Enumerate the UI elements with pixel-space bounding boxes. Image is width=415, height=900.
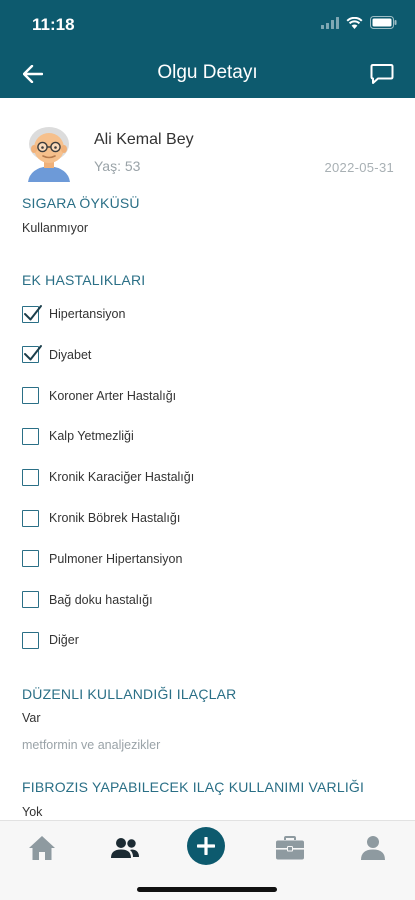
medications-title: DÜZENLI KULLANDIĞI ILAÇLAR	[22, 686, 237, 702]
checkbox[interactable]	[22, 468, 39, 486]
medications-detail: metformin ve analjezikler	[22, 738, 161, 752]
comorbidity-label: Diyabet	[49, 347, 92, 362]
status-time: 11:18	[32, 15, 75, 34]
comorbidity-label: Kronik Karaciğer Hastalığı	[49, 470, 195, 485]
wifi-icon	[346, 16, 363, 29]
home-indicator	[137, 887, 277, 892]
patient-profile: Ali Kemal Bey Yaş: 53 2022-05-31	[22, 124, 394, 184]
case-date: 2022-05-31	[324, 160, 394, 175]
status-bar: 11:18	[0, 0, 415, 48]
page-title: Olgu Detayı	[157, 62, 258, 83]
comorbidity-item[interactable]: Diğer	[22, 628, 322, 652]
comorbidity-item[interactable]: Bağ doku hastalığı	[22, 588, 322, 612]
add-case-button[interactable]	[187, 827, 225, 865]
tab-home[interactable]	[24, 833, 60, 863]
fibrosis-drug-title: FIBROZIS YAPABILECEK ILAÇ KULLANIMI VARL…	[22, 779, 365, 795]
plus-icon	[197, 837, 215, 855]
patient-age: Yaş: 53	[94, 158, 141, 174]
signal-icon	[321, 16, 339, 29]
comorbidity-label: Koroner Arter Hastalığı	[49, 388, 177, 403]
comorbidity-item[interactable]: Pulmoner Hipertansiyon	[22, 547, 322, 571]
comorbidity-item[interactable]: Kalp Yetmezliği	[22, 424, 322, 448]
medications-value: Var	[22, 711, 41, 725]
home-icon	[29, 836, 55, 860]
people-icon	[111, 838, 139, 858]
comorbidity-label: Kronik Böbrek Hastalığı	[49, 511, 181, 525]
checkbox[interactable]	[22, 427, 39, 445]
checkbox[interactable]	[22, 591, 39, 609]
checkbox[interactable]	[22, 550, 39, 568]
tab-bar	[0, 820, 415, 900]
tab-profile[interactable]	[355, 833, 391, 863]
case-detail-content[interactable]: Ali Kemal Bey Yaş: 53 2022-05-31 SIGARA …	[0, 98, 415, 820]
smoking-history-value: Kullanmıyor	[22, 221, 88, 235]
comorbidity-label: Bağ doku hastalığı	[49, 592, 153, 607]
comorbidity-label: Hipertansiyon	[49, 307, 126, 321]
person-icon	[361, 836, 385, 860]
comorbidity-label: Pulmoner Hipertansiyon	[49, 551, 183, 566]
comorbidity-item[interactable]: Kronik Böbrek Hastalığı	[22, 506, 322, 530]
comorbidity-item[interactable]: Koroner Arter Hastalığı	[22, 384, 322, 408]
comorbidity-item[interactable]: Hipertansiyon	[22, 302, 322, 326]
patient-name: Ali Kemal Bey	[94, 131, 194, 148]
briefcase-icon	[276, 836, 304, 860]
avatar	[28, 127, 70, 182]
status-icons	[321, 16, 397, 29]
checkbox[interactable]	[22, 631, 39, 649]
checkbox[interactable]	[22, 509, 39, 527]
comments-button[interactable]	[367, 59, 397, 89]
fibrosis-drug-value: Yok	[22, 805, 43, 819]
checkbox-checked[interactable]	[22, 304, 42, 323]
tab-cases[interactable]	[272, 833, 308, 863]
comorbidities-title: EK HASTALIKLARI	[22, 272, 146, 288]
comorbidity-item[interactable]: Kronik Karaciğer Hastalığı	[22, 465, 322, 489]
checkbox[interactable]	[22, 387, 39, 405]
comorbidity-label: Diğer	[49, 633, 79, 648]
checkmark-icon	[24, 304, 42, 320]
checkbox-checked[interactable]	[22, 345, 42, 364]
comorbidity-label: Kalp Yetmezliği	[49, 429, 134, 444]
comorbidity-item[interactable]: Diyabet	[22, 343, 322, 367]
smoking-history-title: SIGARA ÖYKÜSÜ	[22, 195, 140, 211]
tab-patients[interactable]	[107, 833, 143, 863]
chat-icon	[370, 64, 394, 84]
battery-icon	[370, 16, 397, 29]
app-header: Olgu Detayı	[0, 48, 415, 98]
checkmark-icon	[24, 345, 42, 361]
